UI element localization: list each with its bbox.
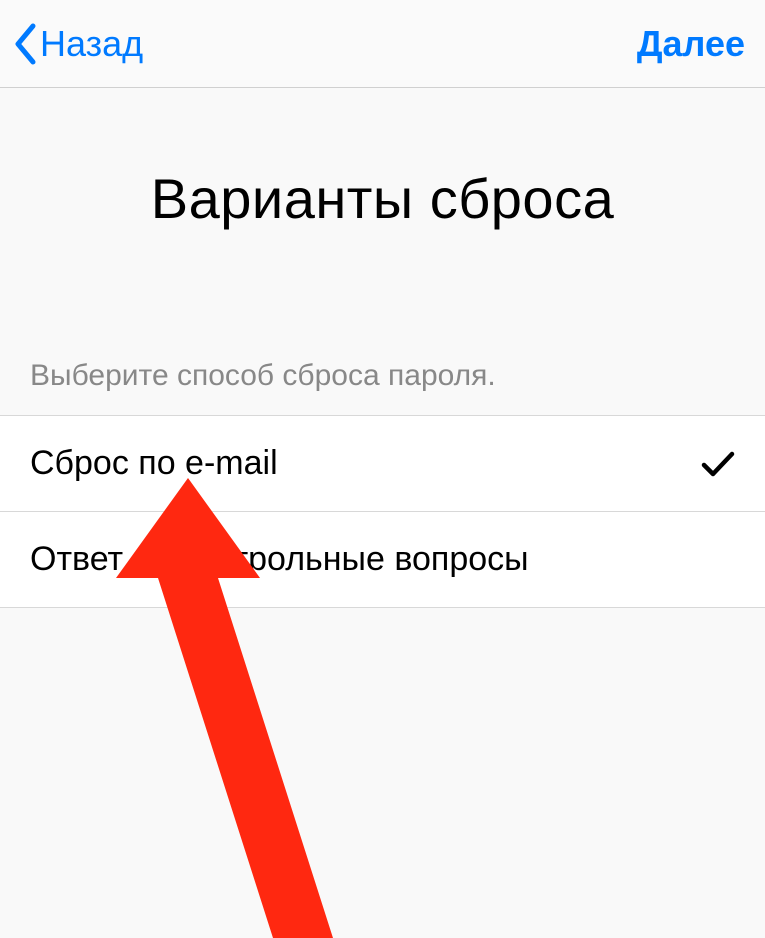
content-area: Варианты сброса Выберите способ сброса п…	[0, 88, 765, 608]
next-button-label: Далее	[637, 23, 745, 64]
option-label: Ответ на контрольные вопросы	[30, 540, 529, 579]
chevron-left-icon	[12, 22, 38, 66]
options-list: Сброс по e-mail Ответ на контрольные воп…	[0, 415, 765, 608]
option-security-questions[interactable]: Ответ на контрольные вопросы	[0, 511, 765, 607]
page-title: Варианты сброса	[0, 166, 765, 231]
back-button[interactable]: Назад	[12, 22, 143, 66]
option-reset-by-email[interactable]: Сброс по e-mail	[0, 416, 765, 511]
back-button-label: Назад	[40, 23, 143, 65]
next-button[interactable]: Далее	[637, 23, 745, 65]
navigation-bar: Назад Далее	[0, 0, 765, 88]
option-label: Сброс по e-mail	[30, 444, 278, 483]
checkmark-icon	[701, 450, 735, 478]
section-hint: Выберите способ сброса пароля.	[0, 359, 765, 415]
